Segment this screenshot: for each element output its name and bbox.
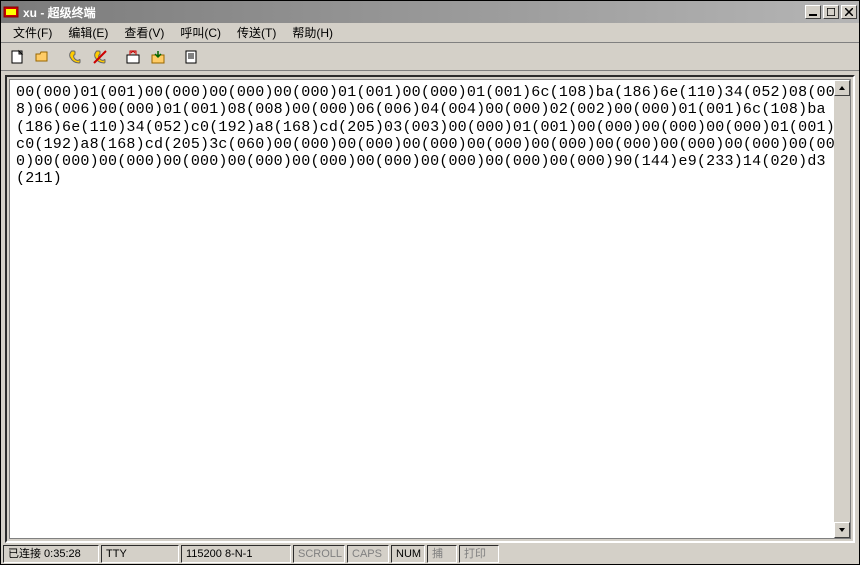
properties-button[interactable] <box>179 46 202 68</box>
close-button[interactable] <box>841 5 857 19</box>
send-button[interactable] <box>121 46 144 68</box>
menu-file[interactable]: 文件(F) <box>5 22 60 43</box>
open-button[interactable] <box>30 46 53 68</box>
minimize-button[interactable] <box>805 5 821 19</box>
scroll-down-button[interactable] <box>834 522 850 538</box>
app-icon <box>3 4 19 20</box>
new-button[interactable] <box>5 46 28 68</box>
scroll-up-button[interactable] <box>834 80 850 96</box>
disconnect-button[interactable] <box>88 46 111 68</box>
status-scroll: SCROLL <box>293 545 345 563</box>
status-print: 打印 <box>459 545 499 563</box>
window-buttons <box>805 5 857 19</box>
connect-button[interactable] <box>63 46 86 68</box>
status-port: 115200 8-N-1 <box>181 545 291 563</box>
terminal-output[interactable]: 00(000)01(001)00(000)00(000)00(000)01(00… <box>9 79 851 539</box>
window-title: xu - 超级终端 <box>23 4 805 21</box>
terminal-text: 00(000)01(001)00(000)00(000)00(000)01(00… <box>16 84 844 188</box>
menubar: 文件(F) 编辑(E) 查看(V) 呼叫(C) 传送(T) 帮助(H) <box>1 23 859 43</box>
menu-edit[interactable]: 编辑(E) <box>60 22 116 43</box>
titlebar: xu - 超级终端 <box>1 1 859 23</box>
content-area: 00(000)01(001)00(000)00(000)00(000)01(00… <box>5 75 855 543</box>
vertical-scrollbar[interactable] <box>834 80 850 538</box>
statusbar: 已连接 0:35:28 TTY 115200 8-N-1 SCROLL CAPS… <box>1 544 859 564</box>
status-tty: TTY <box>101 545 179 563</box>
toolbar <box>1 43 859 71</box>
status-capture: 捕 <box>427 545 457 563</box>
receive-button[interactable] <box>146 46 169 68</box>
menu-transfer[interactable]: 传送(T) <box>229 22 284 43</box>
menu-view[interactable]: 查看(V) <box>116 22 172 43</box>
menu-call[interactable]: 呼叫(C) <box>172 22 229 43</box>
menu-help[interactable]: 帮助(H) <box>284 22 341 43</box>
maximize-button[interactable] <box>823 5 839 19</box>
status-connection: 已连接 0:35:28 <box>3 545 99 563</box>
scroll-track[interactable] <box>834 96 850 522</box>
status-caps: CAPS <box>347 545 389 563</box>
status-num: NUM <box>391 545 425 563</box>
